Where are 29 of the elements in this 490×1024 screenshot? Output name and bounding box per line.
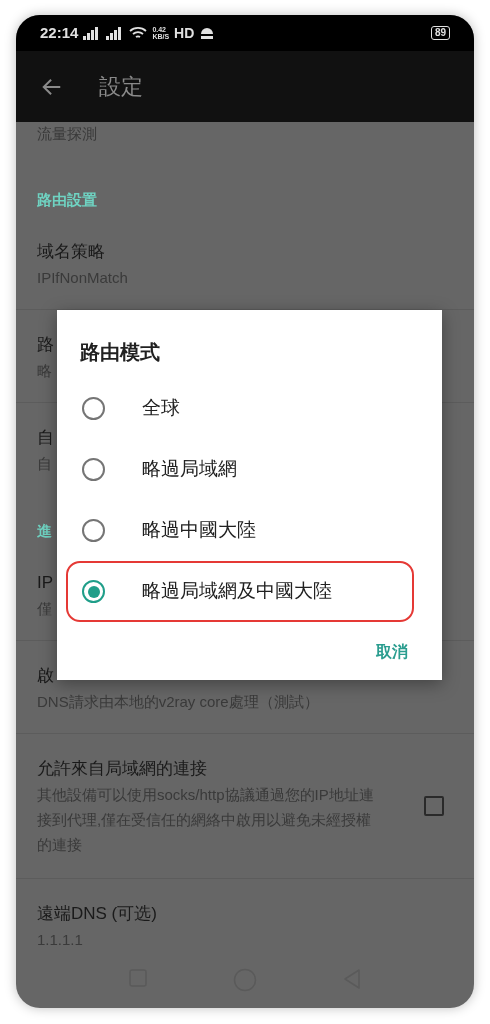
- section-header: 路由設置: [37, 190, 97, 210]
- wifi-icon: [129, 26, 148, 40]
- radio-option[interactable]: 全球: [66, 378, 414, 439]
- radio-button[interactable]: [82, 580, 105, 603]
- screen-title: 設定: [99, 73, 143, 101]
- option-label: 全球: [142, 396, 180, 421]
- setting-title: IP: [37, 572, 54, 594]
- checkbox[interactable]: [424, 796, 444, 816]
- vpn-icon: [199, 26, 216, 40]
- battery-indicator: 89: [430, 26, 450, 40]
- setting-title: 自: [37, 427, 54, 449]
- setting-title: 啟: [37, 665, 54, 687]
- option-label: 略過局域網: [142, 457, 237, 482]
- section-header: 進: [37, 521, 52, 541]
- setting-title: 域名策略: [37, 241, 105, 263]
- hd-label: HD: [174, 23, 195, 43]
- setting-title: 遠端DNS (可选): [37, 903, 157, 925]
- setting-title: 允許來自局域網的連接: [37, 758, 207, 780]
- option-label: 略過中國大陸: [142, 518, 256, 543]
- radio-button[interactable]: [82, 458, 105, 481]
- radio-button[interactable]: [82, 519, 105, 542]
- setting-title: 路: [37, 334, 54, 356]
- radio-option[interactable]: 略過局域網: [66, 439, 414, 500]
- highlighted-radio-option[interactable]: 略過局域網及中國大陸: [66, 561, 414, 622]
- option-label: 略過局域網及中國大陸: [142, 579, 332, 604]
- clock: 22:14: [40, 22, 79, 43]
- radio-button[interactable]: [82, 397, 105, 420]
- radio-option[interactable]: 略過中國大陸: [66, 500, 414, 561]
- dialog-title: 路由模式: [80, 340, 160, 365]
